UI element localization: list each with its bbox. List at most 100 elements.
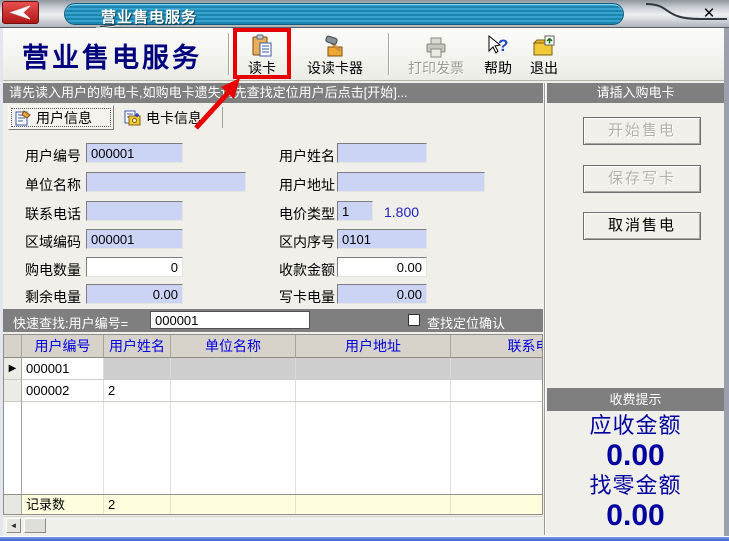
exit-folder-icon [531,34,557,60]
col-user-name: 用户姓名 [104,335,171,358]
col-unit-name: 单位名称 [171,335,296,358]
change-amount-label: 找零金额 [547,471,724,500]
cell-unit-name[interactable] [171,380,296,402]
cell-user-address[interactable] [296,380,451,402]
quick-find-input[interactable] [150,311,310,329]
amount-received-label: 收款金额 [279,260,335,280]
locate-confirm-label: 查找定位确认 [427,313,505,332]
printer-icon [423,34,449,60]
scroll-left-arrow-icon[interactable]: ◄ [6,518,21,533]
user-address-label: 用户地址 [279,175,335,195]
exit-label: 退出 [530,61,558,76]
receivable-amount-value: 0.00 [547,440,724,471]
help-cursor-icon: ? [485,34,511,60]
cell-phone[interactable] [451,380,543,402]
col-user-id: 用户编号 [22,335,104,358]
phone-label: 联系电话 [25,204,81,224]
toolbar-separator [388,33,390,75]
area-serial-label: 区内序号 [279,232,335,252]
record-count-value: 2 [104,495,171,514]
save-write-card-button: 保存写卡 [583,165,701,193]
receivable-amount-label: 应收金额 [547,411,724,440]
window-title-pill: 营业售电服务 [64,3,624,25]
table-empty-area [4,402,543,494]
fee-summary: 应收金额 0.00 找零金额 0.00 [547,411,724,531]
current-row-marker-icon: ▶ [4,358,22,380]
table-header-row: 用户编号 用户姓名 单位名称 用户地址 联系电话 [4,335,543,358]
close-button[interactable]: ✕ [698,4,720,23]
hscrollbar-thumb[interactable] [24,518,46,533]
user-name-label: 用户姓名 [279,146,335,166]
user-table: 用户编号 用户姓名 单位名称 用户地址 联系电话 ▶ 000001 000002… [3,334,543,515]
print-invoice-button: 打印发票 [398,31,474,78]
cell-user-name[interactable] [104,358,171,380]
page-title: 营业售电服务 [22,36,202,75]
price-rate-value: 1.800 [384,204,419,220]
price-type-label: 电价类型 [279,204,335,224]
cell-user-id[interactable]: 000001 [22,358,104,380]
toolbar-separator [228,33,230,75]
write-power-field[interactable] [337,284,427,304]
row-selector-header [4,335,22,358]
table-hscrollbar[interactable]: ◄ [3,516,543,533]
quick-find-label: 快速查找:用户编号= [13,313,128,332]
tab-user-info[interactable]: 用户信息 [8,105,114,130]
user-address-field[interactable] [337,172,485,192]
start-sale-button: 开始售电 [583,117,701,145]
toolbar: 营业售电服务 读卡 设读卡器 [0,28,729,81]
cell-unit-name[interactable] [171,358,296,380]
setup-card-reader-button[interactable]: 设读卡器 [295,31,375,78]
status-message-bar: 请先读入用户的购电卡,如购电卡遗失请先查找定位用户后点击[开始]... [3,83,543,103]
user-name-field[interactable] [337,143,427,163]
cell-phone[interactable] [451,358,543,380]
area-code-field[interactable] [86,229,183,249]
purchase-qty-field[interactable] [86,257,183,277]
price-type-field[interactable] [337,201,373,221]
app-window: 营业售电服务 ✕ 营业售电服务 读卡 设读卡器 [0,0,729,541]
panel-divider [544,83,546,535]
area-code-label: 区域编码 [25,232,81,252]
user-info-form-icon [15,110,31,126]
app-logo-icon [2,1,39,24]
card-reader-tools-icon [322,34,348,60]
locate-confirm-checkbox[interactable] [408,314,420,326]
unit-name-field[interactable] [86,172,246,192]
help-button[interactable]: ? 帮助 [477,31,519,78]
table-footer-row: 记录数 2 [4,494,543,514]
remaining-power-field[interactable] [86,284,183,304]
title-bar: 营业售电服务 ✕ [0,0,729,28]
col-user-address: 用户地址 [296,335,451,358]
status-message: 请先读入用户的购电卡,如购电卡遗失请先查找定位用户后点击[开始]... [9,85,408,100]
table-row[interactable]: ▶ 000001 [4,358,543,380]
window-left-edge [0,28,3,541]
window-right-edge [724,28,729,541]
purchase-qty-label: 购电数量 [25,260,81,280]
tab-card-info-label: 电卡信息 [146,108,202,128]
read-card-label: 读卡 [248,61,276,76]
print-invoice-label: 打印发票 [408,61,464,76]
window-title: 营业售电服务 [101,6,197,27]
unit-name-label: 单位名称 [25,175,81,195]
amount-received-field[interactable] [337,257,427,277]
area-serial-field[interactable] [337,229,427,249]
cell-user-address[interactable] [296,358,451,380]
exit-button[interactable]: 退出 [523,31,565,78]
change-amount-value: 0.00 [547,500,724,531]
insert-card-prompt: 请插入购电卡 [547,83,724,103]
cancel-sale-button[interactable]: 取消售电 [583,212,701,240]
phone-field[interactable] [86,201,183,221]
user-id-label: 用户编号 [25,146,81,166]
tab-separator [222,107,223,128]
card-info-icon [124,110,141,126]
read-card-button[interactable]: 读卡 [237,31,287,78]
record-count-label: 记录数 [22,495,104,514]
tab-card-info[interactable]: 电卡信息 [118,105,222,130]
quick-find-bar: 快速查找:用户编号= 查找定位确认 [3,309,543,332]
fee-tips-header: 收费提示 [547,388,724,411]
cell-user-name[interactable]: 2 [104,380,171,402]
cell-user-id[interactable]: 000002 [22,380,104,402]
user-id-field[interactable] [86,143,183,163]
write-power-label: 写卡电量 [279,287,335,307]
table-row[interactable]: 000002 2 [4,380,543,402]
setup-card-reader-label: 设读卡器 [307,61,363,76]
